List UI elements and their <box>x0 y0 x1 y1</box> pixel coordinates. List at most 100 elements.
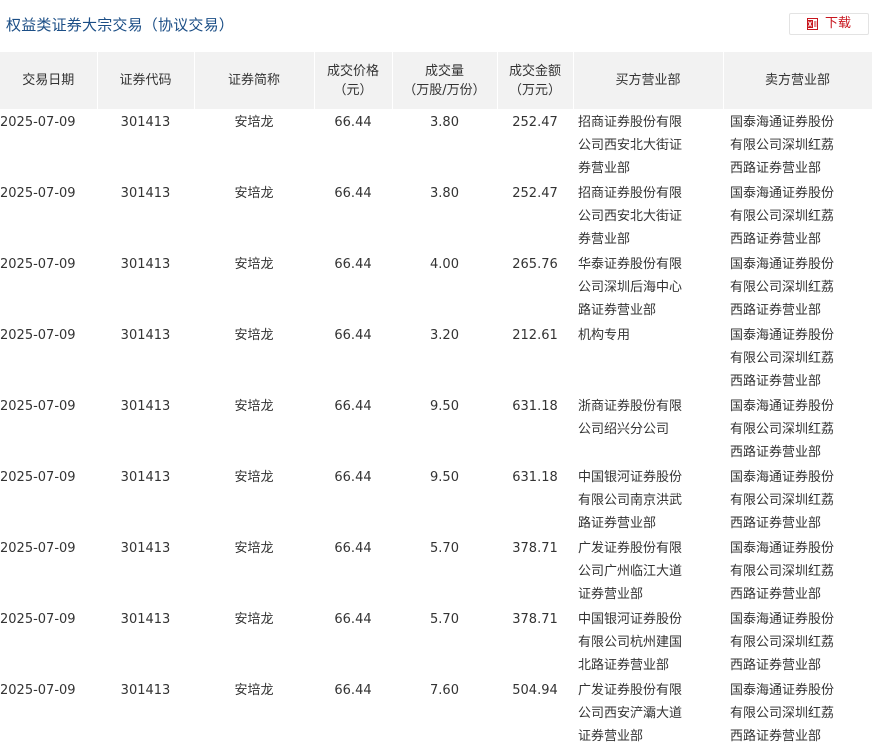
col-header-seller[interactable]: 卖方营业部 <box>723 52 872 109</box>
block-trade-table: 交易日期 证券代码 证券简称 成交价格 （元） 成交量 （万股/万份） 成交金额… <box>0 52 872 748</box>
cell-price: 66.44 <box>314 109 392 180</box>
cell-code: 301413 <box>97 180 194 251</box>
cell-buyer: 中国银河证券股份有限公司杭州建国北路证券营业部 <box>573 606 723 677</box>
cell-name: 安培龙 <box>194 535 314 606</box>
col-header-amount[interactable]: 成交金额 （万元） <box>497 52 574 109</box>
cell-name: 安培龙 <box>194 180 314 251</box>
cell-volume-text: 4.00 <box>430 257 459 272</box>
cell-code: 301413 <box>97 109 194 180</box>
col-header-code[interactable]: 证券代码 <box>97 52 195 109</box>
cell-price: 66.44 <box>314 393 392 464</box>
cell-code-text: 301413 <box>120 115 171 130</box>
cell-seller-text: 国泰海通证券股份有限公司深圳红荔西路证券营业部 <box>730 115 835 176</box>
cell-amount: 631.18 <box>497 464 573 535</box>
cell-buyer: 华泰证券股份有限公司深圳后海中心路证券营业部 <box>573 251 723 322</box>
cell-seller: 国泰海通证券股份有限公司深圳红荔西路证券营业部 <box>723 180 872 251</box>
cell-amount: 265.76 <box>497 251 573 322</box>
cell-price-text: 66.44 <box>334 257 372 272</box>
cell-code-text: 301413 <box>120 541 171 556</box>
cell-buyer-text: 华泰证券股份有限公司深圳后海中心路证券营业部 <box>578 257 683 318</box>
cell-name-text: 安培龙 <box>234 328 274 343</box>
cell-buyer: 中国银河证券股份有限公司南京洪武路证券营业部 <box>573 464 723 535</box>
cell-amount-text: 631.18 <box>512 470 558 485</box>
cell-price-text: 66.44 <box>334 541 372 556</box>
col-header-amount-line2: （万元） <box>508 82 561 98</box>
cell-amount: 378.71 <box>497 535 573 606</box>
cell-date-text: 2025-07-09 <box>0 115 76 130</box>
cell-volume: 5.70 <box>392 535 497 606</box>
cell-name-text: 安培龙 <box>234 470 274 485</box>
page-title: 权益类证券大宗交易（协议交易） <box>6 16 235 34</box>
cell-code-text: 301413 <box>120 257 171 272</box>
cell-code: 301413 <box>97 606 194 677</box>
cell-seller-text: 国泰海通证券股份有限公司深圳红荔西路证券营业部 <box>730 683 835 744</box>
cell-date-text: 2025-07-09 <box>0 328 76 343</box>
cell-date: 2025-07-09 <box>0 606 97 677</box>
cell-date-text: 2025-07-09 <box>0 612 76 627</box>
table-row: 2025-07-09 301413 安培龙 66.44 7.60 504.94 广发证券股份… <box>0 677 872 748</box>
cell-code-text: 301413 <box>120 612 171 627</box>
download-label: 下载 <box>825 16 852 31</box>
cell-code-text: 301413 <box>120 399 171 414</box>
cell-seller: 国泰海通证券股份有限公司深圳红荔西路证券营业部 <box>723 393 872 464</box>
cell-volume-text: 3.80 <box>430 186 459 201</box>
cell-date: 2025-07-09 <box>0 109 97 180</box>
cell-price: 66.44 <box>314 606 392 677</box>
col-header-buyer[interactable]: 买方营业部 <box>573 52 724 109</box>
col-header-volume[interactable]: 成交量 （万股/万份） <box>392 52 498 109</box>
cell-volume-text: 3.80 <box>430 115 459 130</box>
cell-name-text: 安培龙 <box>234 683 274 698</box>
cell-buyer-text: 浙商证券股份有限公司绍兴分公司 <box>578 399 683 437</box>
col-header-name[interactable]: 证券简称 <box>194 52 315 109</box>
cell-seller-text: 国泰海通证券股份有限公司深圳红荔西路证券营业部 <box>730 328 835 389</box>
cell-amount: 212.61 <box>497 322 573 393</box>
table-row: 2025-07-09 301413 安培龙 66.44 5.70 378.71 广发证券股份… <box>0 535 872 606</box>
col-header-price[interactable]: 成交价格 （元） <box>314 52 393 109</box>
cell-volume-text: 9.50 <box>430 470 459 485</box>
cell-date: 2025-07-09 <box>0 677 97 748</box>
cell-name-text: 安培龙 <box>234 257 274 272</box>
cell-buyer-text: 招商证券股份有限公司西安北大街证券营业部 <box>578 115 683 176</box>
cell-volume-text: 9.50 <box>430 399 459 414</box>
cell-code: 301413 <box>97 251 194 322</box>
cell-date: 2025-07-09 <box>0 535 97 606</box>
col-header-amount-line1: 成交金额 <box>508 63 561 79</box>
cell-seller-text: 国泰海通证券股份有限公司深圳红荔西路证券营业部 <box>730 470 835 531</box>
table-row: 2025-07-09 301413 安培龙 66.44 9.50 631.18 浙商证券股份… <box>0 393 872 464</box>
cell-price-text: 66.44 <box>334 186 372 201</box>
cell-price-text: 66.44 <box>334 612 372 627</box>
cell-code: 301413 <box>97 393 194 464</box>
cell-code-text: 301413 <box>120 470 171 485</box>
cell-amount-text: 378.71 <box>512 612 558 627</box>
cell-volume: 9.50 <box>392 393 497 464</box>
cell-price: 66.44 <box>314 180 392 251</box>
cell-price-text: 66.44 <box>334 328 372 343</box>
cell-amount-text: 504.94 <box>512 683 558 698</box>
cell-name: 安培龙 <box>194 464 314 535</box>
cell-buyer-text: 招商证券股份有限公司西安北大街证券营业部 <box>578 186 683 247</box>
cell-amount: 631.18 <box>497 393 573 464</box>
cell-seller-text: 国泰海通证券股份有限公司深圳红荔西路证券营业部 <box>730 612 835 673</box>
table-row: 2025-07-09 301413 安培龙 66.44 9.50 631.18 中国银河证券… <box>0 464 872 535</box>
cell-seller: 国泰海通证券股份有限公司深圳红荔西路证券营业部 <box>723 677 872 748</box>
cell-volume: 9.50 <box>392 464 497 535</box>
cell-seller: 国泰海通证券股份有限公司深圳红荔西路证券营业部 <box>723 535 872 606</box>
cell-name: 安培龙 <box>194 322 314 393</box>
cell-date: 2025-07-09 <box>0 464 97 535</box>
cell-buyer-text: 广发证券股份有限公司广州临江大道证券营业部 <box>578 541 683 602</box>
col-header-date[interactable]: 交易日期 <box>0 52 98 109</box>
cell-buyer-text: 广发证券股份有限公司西安浐灞大道证券营业部 <box>578 683 683 744</box>
cell-buyer-text: 中国银河证券股份有限公司南京洪武路证券营业部 <box>578 470 683 531</box>
cell-seller-text: 国泰海通证券股份有限公司深圳红荔西路证券营业部 <box>730 399 835 460</box>
cell-price-text: 66.44 <box>334 399 372 414</box>
download-button[interactable]: 下载 <box>789 13 869 35</box>
cell-seller: 国泰海通证券股份有限公司深圳红荔西路证券营业部 <box>723 109 872 180</box>
cell-name-text: 安培龙 <box>234 612 274 627</box>
col-header-price-line2: （元） <box>333 82 373 98</box>
cell-name: 安培龙 <box>194 251 314 322</box>
cell-volume: 7.60 <box>392 677 497 748</box>
cell-buyer: 浙商证券股份有限公司绍兴分公司 <box>573 393 723 464</box>
cell-name: 安培龙 <box>194 606 314 677</box>
table-row: 2025-07-09 301413 安培龙 66.44 3.20 212.61 机构专用 国泰… <box>0 322 872 393</box>
cell-amount-text: 212.61 <box>512 328 558 343</box>
